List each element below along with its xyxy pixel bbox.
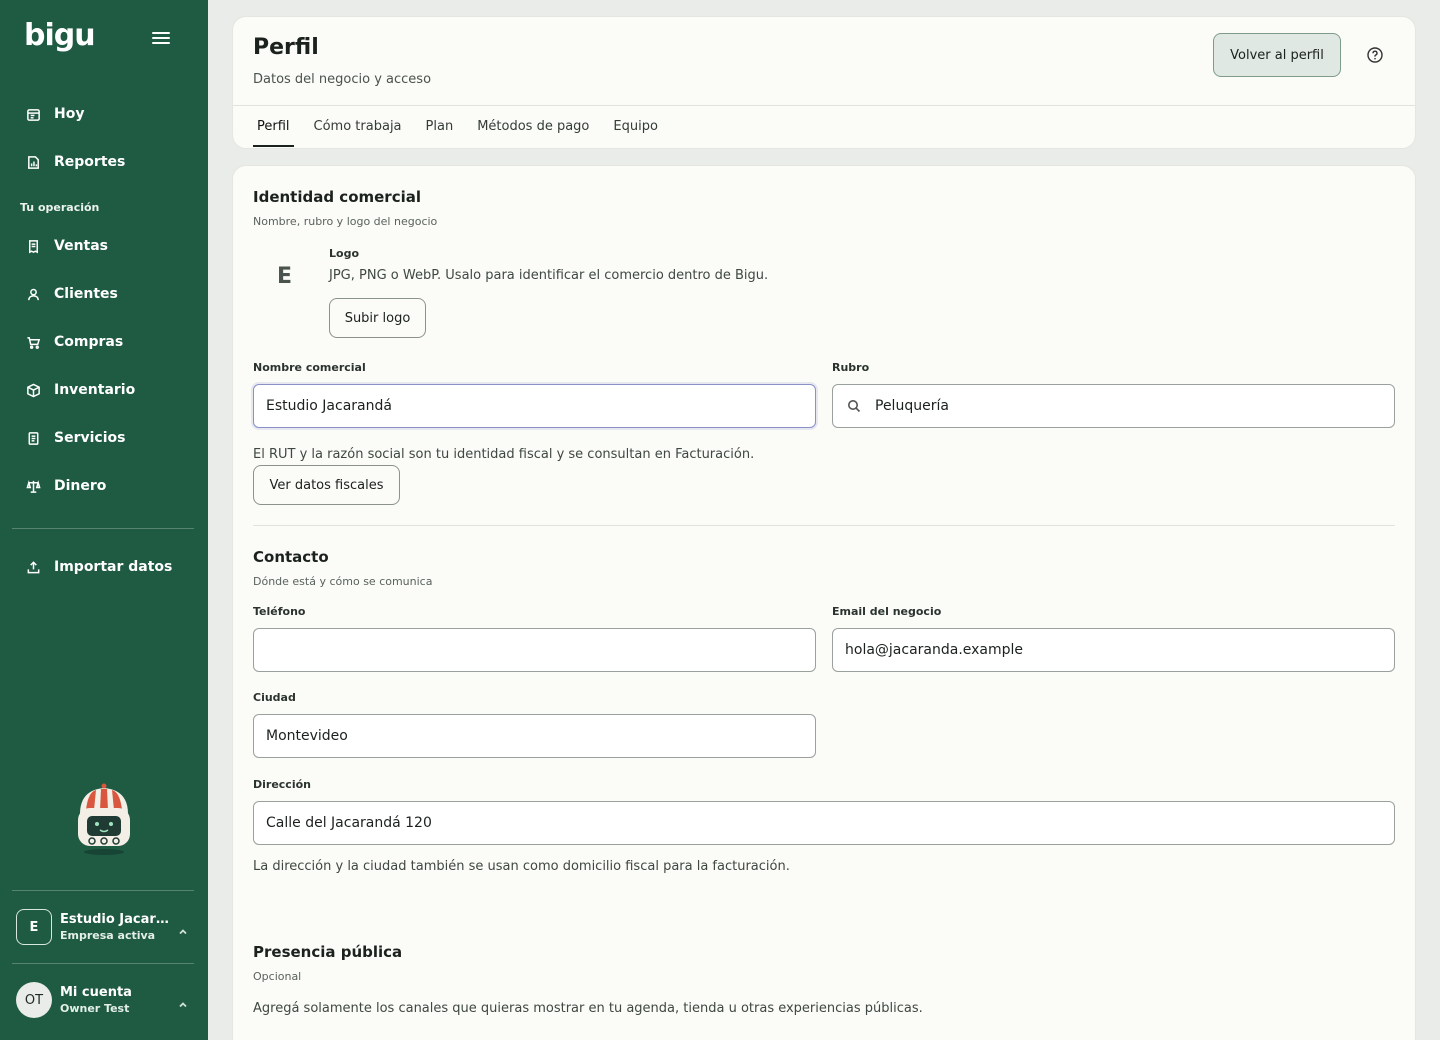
public-help-text: Agregá solamente los canales que quieras… bbox=[253, 1001, 923, 1016]
logo-label: Logo bbox=[329, 247, 359, 260]
sidebar-item-label: Hoy bbox=[54, 106, 85, 122]
company-avatar: E bbox=[16, 909, 52, 945]
box-icon bbox=[24, 381, 42, 399]
user-avatar: OT bbox=[16, 982, 52, 1018]
city-field-label: Ciudad bbox=[253, 691, 296, 704]
sidebar-item-reportes[interactable]: Reportes bbox=[12, 144, 196, 180]
scale-icon bbox=[24, 477, 42, 495]
sidebar-divider bbox=[12, 528, 194, 529]
sidebar-item-ventas[interactable]: Ventas bbox=[12, 228, 196, 264]
company-switcher[interactable]: E Estudio Jacaranda Empresa activa bbox=[12, 899, 196, 955]
sidebar-item-hoy[interactable]: Hoy bbox=[12, 96, 196, 132]
address-input[interactable]: Calle del Jacarandá 120 bbox=[253, 801, 1395, 845]
upload-icon bbox=[24, 558, 42, 576]
sidebar-divider bbox=[12, 890, 194, 891]
document-icon bbox=[24, 429, 42, 447]
name-field-label: Nombre comercial bbox=[253, 361, 366, 374]
section-subtitle-public: Opcional bbox=[253, 970, 302, 983]
address-value: Calle del Jacarandá 120 bbox=[266, 815, 432, 831]
account-menu[interactable]: OT Mi cuenta Owner Test bbox=[12, 972, 196, 1028]
sidebar-item-inventario[interactable]: Inventario bbox=[12, 372, 196, 408]
mascot-illustration bbox=[72, 780, 136, 856]
view-fiscal-data-button[interactable]: Ver datos fiscales bbox=[253, 465, 400, 505]
chevron-up-icon bbox=[178, 922, 188, 935]
logo-help-text: JPG, PNG o WebP. Usalo para identificar … bbox=[329, 268, 769, 283]
business-name-input[interactable]: Estudio Jacarandá bbox=[253, 384, 816, 428]
category-search-input[interactable]: Peluquería bbox=[832, 384, 1395, 428]
sidebar-item-label: Dinero bbox=[54, 478, 107, 494]
address-field-label: Dirección bbox=[253, 778, 311, 791]
sidebar-item-dinero[interactable]: Dinero bbox=[12, 468, 196, 504]
sidebar-item-importar[interactable]: Importar datos bbox=[12, 549, 196, 585]
tab-perfil[interactable]: Perfil bbox=[253, 105, 294, 149]
email-input[interactable]: hola@jacaranda.example bbox=[832, 628, 1395, 672]
sidebar-item-label: Reportes bbox=[54, 154, 126, 170]
calendar-icon bbox=[24, 105, 42, 123]
hamburger-menu-icon[interactable] bbox=[152, 32, 170, 46]
account-title: Mi cuenta bbox=[60, 985, 132, 1000]
company-status: Empresa activa bbox=[60, 929, 156, 942]
page-subtitle: Datos del negocio y acceso bbox=[253, 72, 432, 87]
company-name: Estudio Jacaranda bbox=[60, 912, 172, 927]
profile-form-card: Identidad comercial Nombre, rubro y logo… bbox=[232, 165, 1416, 1040]
section-title-public: Presencia pública bbox=[253, 943, 403, 961]
account-user: Owner Test bbox=[60, 1002, 130, 1015]
user-icon bbox=[24, 285, 42, 303]
fiscal-help-text: El RUT y la razón social son tu identida… bbox=[253, 447, 755, 462]
page-header: Perfil Datos del negocio y acceso Volver… bbox=[232, 16, 1416, 149]
category-value: Peluquería bbox=[875, 398, 949, 414]
chevron-up-icon bbox=[178, 995, 188, 1008]
tab-como-trabaja[interactable]: Cómo trabaja bbox=[310, 105, 406, 149]
logo-placeholder: E bbox=[277, 264, 293, 289]
help-icon[interactable] bbox=[1366, 46, 1384, 64]
city-input[interactable]: Montevideo bbox=[253, 714, 816, 758]
tab-equipo[interactable]: Equipo bbox=[609, 105, 662, 149]
sidebar: bigu Hoy Reportes Tu operación Ventas Cl… bbox=[0, 0, 208, 1040]
sidebar-divider bbox=[12, 963, 194, 964]
section-title-contact: Contacto bbox=[253, 548, 329, 566]
phone-field-label: Teléfono bbox=[253, 605, 306, 618]
sidebar-item-clientes[interactable]: Clientes bbox=[12, 276, 196, 312]
sidebar-item-servicios[interactable]: Servicios bbox=[12, 420, 196, 456]
section-divider bbox=[253, 525, 1395, 526]
phone-input[interactable] bbox=[253, 628, 816, 672]
category-field-label: Rubro bbox=[832, 361, 870, 374]
sidebar-item-label: Inventario bbox=[54, 382, 136, 398]
sidebar-item-label: Clientes bbox=[54, 286, 118, 302]
city-value: Montevideo bbox=[266, 728, 348, 744]
email-value: hola@jacaranda.example bbox=[845, 642, 1024, 658]
section-label: Tu operación bbox=[20, 201, 100, 214]
receipt-icon bbox=[24, 237, 42, 255]
tab-plan[interactable]: Plan bbox=[422, 105, 458, 149]
page-title: Perfil bbox=[253, 35, 319, 60]
tab-bar: Perfil Cómo trabaja Plan Métodos de pago… bbox=[253, 105, 678, 149]
section-title-identity: Identidad comercial bbox=[253, 188, 421, 206]
brand-logo[interactable]: bigu bbox=[24, 18, 96, 53]
sidebar-item-label: Ventas bbox=[54, 238, 109, 254]
upload-logo-button[interactable]: Subir logo bbox=[329, 298, 426, 338]
sidebar-item-label: Servicios bbox=[54, 430, 126, 446]
address-help-text: La dirección y la ciudad también se usan… bbox=[253, 859, 790, 874]
cart-icon bbox=[24, 333, 42, 351]
sidebar-item-compras[interactable]: Compras bbox=[12, 324, 196, 360]
back-to-profile-button[interactable]: Volver al perfil bbox=[1213, 33, 1341, 77]
sidebar-item-label: Compras bbox=[54, 334, 124, 350]
email-field-label: Email del negocio bbox=[832, 605, 942, 618]
sidebar-item-label: Importar datos bbox=[54, 559, 173, 575]
report-icon bbox=[24, 153, 42, 171]
section-subtitle-contact: Dónde está y cómo se comunica bbox=[253, 575, 433, 588]
search-icon bbox=[847, 399, 861, 413]
business-name-value: Estudio Jacarandá bbox=[266, 398, 392, 414]
section-subtitle-identity: Nombre, rubro y logo del negocio bbox=[253, 215, 438, 228]
tab-metodos-de-pago[interactable]: Métodos de pago bbox=[473, 105, 593, 149]
